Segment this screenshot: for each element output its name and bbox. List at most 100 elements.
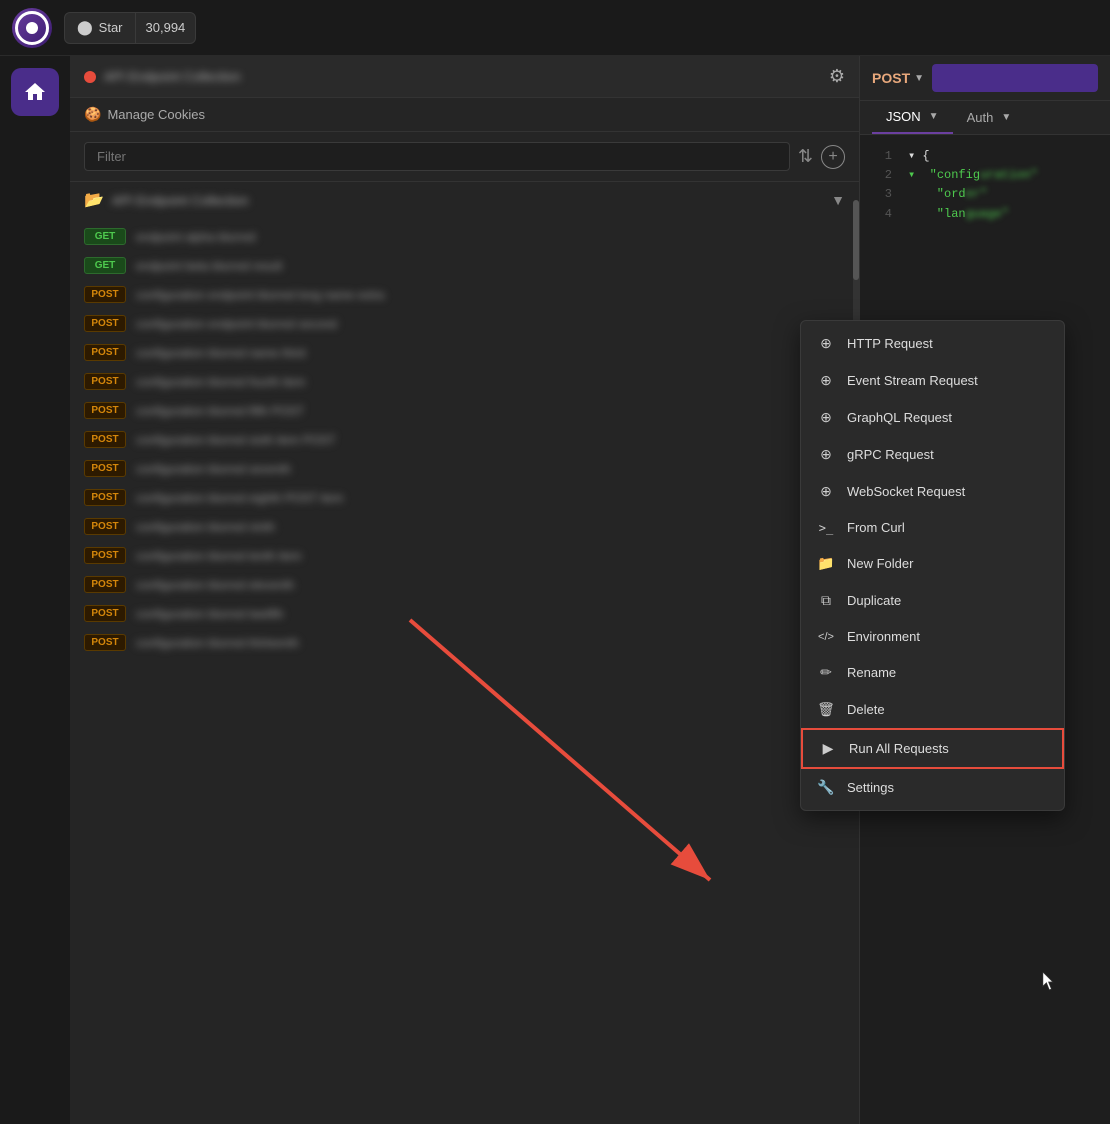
collection-header: 📂 API Endpoint Collection ▼ [70,182,859,218]
scroll-thumb[interactable] [853,200,859,280]
code-content: ▾ { [908,147,930,166]
list-item[interactable]: POST configuration blurred fourth item [70,367,859,396]
tab-auth[interactable]: Auth ▼ [953,101,1026,134]
app-logo [12,8,52,48]
line-number: 3 [872,185,892,204]
menu-label-new-folder: New Folder [847,556,913,571]
method-badge-post: POST [84,547,126,564]
manage-cookies-label[interactable]: Manage Cookies [107,107,205,122]
list-item[interactable]: POST configuration endpoint blurred seco… [70,309,859,338]
plus-circle-icon: ⊕ [817,409,835,426]
request-name: configuration blurred sixth item POST [136,433,845,447]
list-item[interactable]: POST configuration blurred twelfth [70,599,859,628]
method-badge-post: POST [84,431,126,448]
method-chevron-icon: ▼ [914,73,924,84]
request-name: endpoint beta blurred result [136,259,845,273]
method-badge-post: POST [84,373,126,390]
menu-item-environment[interactable]: </> Environment [801,619,1064,654]
code-line: 4 "language" [872,205,1098,224]
code-content: ▾ "configuration" [908,166,1038,185]
collection-title: API Endpoint Collection [104,69,241,84]
menu-item-delete[interactable]: 🗑 Delete [801,691,1064,728]
menu-item-websocket[interactable]: ⊕ WebSocket Request [801,473,1064,510]
menu-label-rename: Rename [847,665,896,680]
chevron-down-icon[interactable]: ▼ [831,192,845,208]
plus-circle-icon: ⊕ [817,372,835,389]
trash-icon: 🗑 [817,701,835,718]
request-name: configuration blurred ninth [136,520,845,534]
add-request-button[interactable]: + [821,145,845,169]
sidebar-icon-column [0,56,70,1124]
method-badge-post: POST [84,605,126,622]
menu-item-rename[interactable]: ✏ Rename [801,654,1064,691]
menu-item-graphql[interactable]: ⊕ GraphQL Request [801,399,1064,436]
list-item[interactable]: POST configuration blurred thirteenth [70,628,859,657]
menu-label-grpc: gRPC Request [847,447,934,462]
url-bar[interactable] [932,64,1098,92]
menu-item-new-folder[interactable]: 📁 New Folder [801,545,1064,582]
method-badge-get: GET [84,228,126,245]
top-bar: ⬤ Star 30,994 [0,0,1110,56]
menu-item-settings[interactable]: 🔧 Settings [801,769,1064,806]
request-name: configuration blurred eighth POST item [136,491,845,505]
method-badge-post: POST [84,286,126,303]
star-text: Star [99,20,123,35]
method-dropdown[interactable]: POST ▼ [872,70,924,86]
method-badge-post: POST [84,634,126,651]
plus-circle-icon: ⊕ [817,446,835,463]
menu-item-duplicate[interactable]: ⧉ Duplicate [801,582,1064,619]
tab-auth-label: Auth [967,110,994,125]
request-name: configuration blurred name third [136,346,845,360]
list-item[interactable]: POST configuration blurred name third [70,338,859,367]
method-badge-post: POST [84,460,126,477]
request-name: configuration blurred thirteenth [136,636,845,650]
list-item[interactable]: POST configuration endpoint blurred long… [70,280,859,309]
home-icon [23,80,47,104]
method-badge-post: POST [84,402,126,419]
tab-json-chevron: ▼ [929,111,939,122]
list-item[interactable]: POST configuration blurred eighth POST i… [70,483,859,512]
menu-label-delete: Delete [847,702,885,717]
request-name: configuration endpoint blurred second [136,317,845,331]
list-item[interactable]: POST configuration blurred fifth POST [70,396,859,425]
request-list: GET endpoint alpha blurred GET endpoint … [70,218,859,1124]
menu-item-http-request[interactable]: ⊕ HTTP Request [801,325,1064,362]
gear-icon[interactable]: ⚙ [829,66,845,87]
star-label[interactable]: ⬤ Star [65,13,136,43]
line-number: 4 [872,205,892,224]
menu-label-from-curl: From Curl [847,520,905,535]
context-menu: ⊕ HTTP Request ⊕ Event Stream Request ⊕ … [800,320,1065,811]
plus-circle-icon: ⊕ [817,335,835,352]
sort-arrows-icon[interactable]: ⇅ [798,146,813,167]
code-line: 1 ▾ { [872,147,1098,166]
list-item[interactable]: GET endpoint beta blurred result [70,251,859,280]
list-item[interactable]: GET endpoint alpha blurred [70,222,859,251]
method-badge-post: POST [84,576,126,593]
code-line: 2 ▾ "configuration" [872,166,1098,185]
home-button[interactable] [11,68,59,116]
menu-item-run-all-requests[interactable]: ▶ Run All Requests [801,728,1064,769]
right-top-bar: POST ▼ [860,56,1110,101]
code-line: 3 "order" [872,185,1098,204]
list-item[interactable]: POST configuration blurred ninth [70,512,859,541]
method-badge-post: POST [84,489,126,506]
menu-label-websocket: WebSocket Request [847,484,965,499]
request-panel: API Endpoint Collection ⚙ 🍪 Manage Cooki… [70,56,860,1124]
menu-item-event-stream[interactable]: ⊕ Event Stream Request [801,362,1064,399]
list-item[interactable]: POST configuration blurred tenth item [70,541,859,570]
code-icon: </> [817,631,835,643]
collection-folder-icon: 📂 [84,190,104,210]
list-item[interactable]: POST configuration blurred seventh [70,454,859,483]
tab-json[interactable]: JSON ▼ [872,101,953,134]
filter-input[interactable] [84,142,790,171]
menu-item-grpc[interactable]: ⊕ gRPC Request [801,436,1064,473]
list-item[interactable]: POST configuration blurred eleventh [70,570,859,599]
tab-json-label: JSON [886,109,921,124]
plus-circle-icon: ⊕ [817,483,835,500]
request-name: configuration blurred fifth POST [136,404,845,418]
list-item[interactable]: POST configuration blurred sixth item PO… [70,425,859,454]
menu-item-from-curl[interactable]: >_ From Curl [801,510,1064,545]
request-name: configuration blurred fourth item [136,375,845,389]
star-button[interactable]: ⬤ Star 30,994 [64,12,196,44]
menu-label-run-all: Run All Requests [849,741,949,756]
